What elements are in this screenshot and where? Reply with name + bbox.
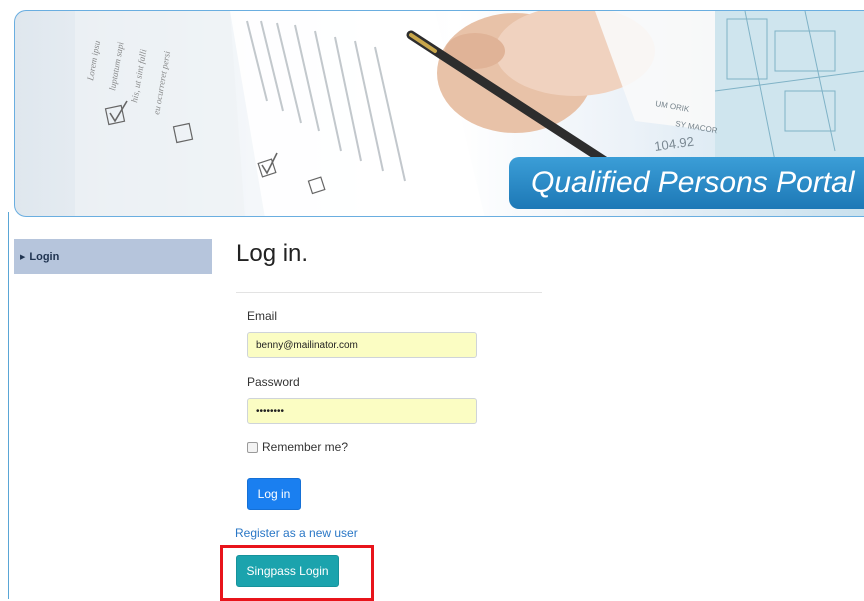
page-left-border <box>8 212 9 599</box>
singpass-login-button[interactable]: Singpass Login <box>236 555 339 587</box>
remember-me-label: Remember me? <box>262 440 349 454</box>
sidebar-item-label: Login <box>29 250 60 263</box>
paper-sheet <box>230 11 485 216</box>
portal-title: Qualified Persons Portal <box>509 157 864 209</box>
sidebar-item-login[interactable]: ▶ Login <box>14 239 212 274</box>
register-link[interactable]: Register as a new user <box>235 526 358 540</box>
remember-me-checkbox[interactable] <box>247 441 258 453</box>
email-field[interactable] <box>247 332 477 358</box>
email-label: Email <box>247 309 278 323</box>
triangle-right-icon: ▶ <box>20 253 26 261</box>
password-field[interactable] <box>247 398 477 424</box>
login-button[interactable]: Log in <box>247 478 301 510</box>
page-title: Log in. <box>236 240 309 267</box>
password-label: Password <box>247 375 300 389</box>
title-divider <box>236 292 542 293</box>
plan-number: 104.92 <box>653 134 694 154</box>
header-banner: Lorem ipsu luptatum sapi his, ut sint fa… <box>14 10 864 217</box>
remember-me[interactable]: Remember me? <box>247 440 348 454</box>
